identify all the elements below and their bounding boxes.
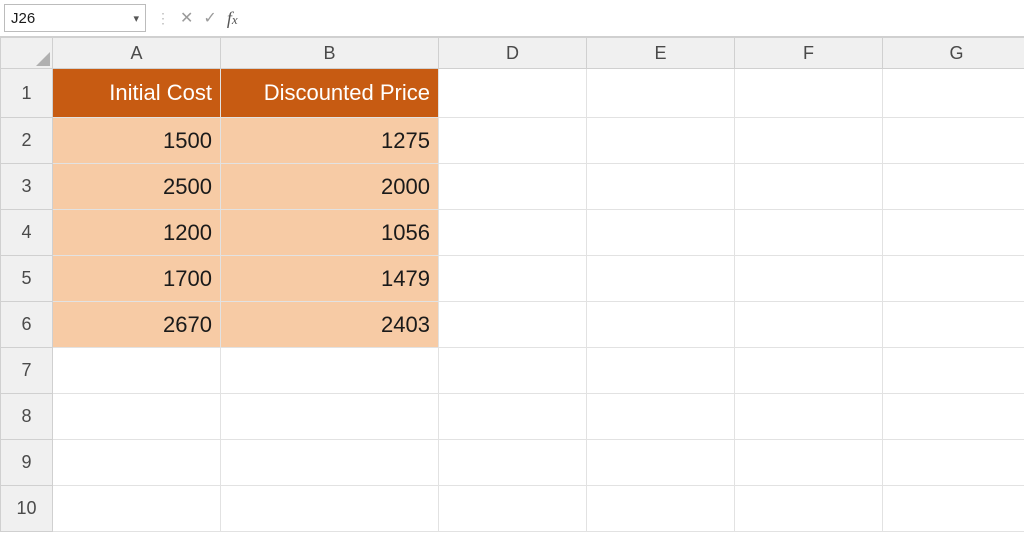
row-header-5[interactable]: 5 — [1, 256, 53, 302]
row-header-10[interactable]: 10 — [1, 486, 53, 532]
cell-B9[interactable] — [221, 440, 439, 486]
cell-D2[interactable] — [439, 118, 587, 164]
cell-F7[interactable] — [735, 348, 883, 394]
cell-B8[interactable] — [221, 394, 439, 440]
cell-D1[interactable] — [439, 69, 587, 118]
formula-bar-row: J26 ▾ ⋮ ✕ ✓ fx — [0, 0, 1024, 37]
cell-E6[interactable] — [587, 302, 735, 348]
col-header-A[interactable]: A — [53, 38, 221, 69]
cell-F3[interactable] — [735, 164, 883, 210]
cell-E1[interactable] — [587, 69, 735, 118]
cell-E8[interactable] — [587, 394, 735, 440]
cell-E7[interactable] — [587, 348, 735, 394]
row-header-1[interactable]: 1 — [1, 69, 53, 118]
row-4: 4 1200 1056 — [1, 210, 1024, 256]
cell-F5[interactable] — [735, 256, 883, 302]
cell-B3[interactable]: 2000 — [221, 164, 439, 210]
row-3: 3 2500 2000 — [1, 164, 1024, 210]
cell-A5[interactable]: 1700 — [53, 256, 221, 302]
cell-G9[interactable] — [883, 440, 1024, 486]
col-header-D[interactable]: D — [439, 38, 587, 69]
select-all-corner[interactable] — [1, 38, 53, 69]
cell-E3[interactable] — [587, 164, 735, 210]
cell-G3[interactable] — [883, 164, 1024, 210]
cell-F10[interactable] — [735, 486, 883, 532]
cell-D10[interactable] — [439, 486, 587, 532]
cell-D8[interactable] — [439, 394, 587, 440]
cell-G5[interactable] — [883, 256, 1024, 302]
row-header-7[interactable]: 7 — [1, 348, 53, 394]
cell-F9[interactable] — [735, 440, 883, 486]
cell-A4[interactable]: 1200 — [53, 210, 221, 256]
cell-E2[interactable] — [587, 118, 735, 164]
row-header-9[interactable]: 9 — [1, 440, 53, 486]
cell-G7[interactable] — [883, 348, 1024, 394]
cell-G10[interactable] — [883, 486, 1024, 532]
row-header-8[interactable]: 8 — [1, 394, 53, 440]
row-9: 9 — [1, 440, 1024, 486]
row-5: 5 1700 1479 — [1, 256, 1024, 302]
col-header-F[interactable]: F — [735, 38, 883, 69]
name-box-value: J26 — [11, 10, 35, 27]
cell-D9[interactable] — [439, 440, 587, 486]
cell-F8[interactable] — [735, 394, 883, 440]
cell-B1[interactable]: Discounted Price — [221, 69, 439, 118]
row-6: 6 2670 2403 — [1, 302, 1024, 348]
cell-A6[interactable]: 2670 — [53, 302, 221, 348]
cell-F2[interactable] — [735, 118, 883, 164]
cell-G2[interactable] — [883, 118, 1024, 164]
name-box[interactable]: J26 ▾ — [4, 4, 146, 32]
cell-G8[interactable] — [883, 394, 1024, 440]
row-header-3[interactable]: 3 — [1, 164, 53, 210]
formula-bar-icons: ✕ ✓ fx — [180, 8, 238, 29]
separator: ⋮ — [156, 10, 170, 27]
cell-A10[interactable] — [53, 486, 221, 532]
chevron-down-icon[interactable]: ▾ — [133, 12, 139, 25]
cell-D7[interactable] — [439, 348, 587, 394]
row-header-6[interactable]: 6 — [1, 302, 53, 348]
row-header-2[interactable]: 2 — [1, 118, 53, 164]
cell-A9[interactable] — [53, 440, 221, 486]
cell-F1[interactable] — [735, 69, 883, 118]
cell-A2[interactable]: 1500 — [53, 118, 221, 164]
accept-icon[interactable]: ✓ — [203, 8, 216, 28]
row-1: 1 Initial Cost Discounted Price — [1, 69, 1024, 118]
cell-D4[interactable] — [439, 210, 587, 256]
cell-F4[interactable] — [735, 210, 883, 256]
cell-B6[interactable]: 2403 — [221, 302, 439, 348]
col-header-B[interactable]: B — [221, 38, 439, 69]
spreadsheet-grid: A B D E F G 1 Initial Cost Discounted Pr… — [0, 37, 1024, 532]
cell-B10[interactable] — [221, 486, 439, 532]
row-header-4[interactable]: 4 — [1, 210, 53, 256]
row-7: 7 — [1, 348, 1024, 394]
cell-B7[interactable] — [221, 348, 439, 394]
cell-G6[interactable] — [883, 302, 1024, 348]
col-header-E[interactable]: E — [587, 38, 735, 69]
cell-G1[interactable] — [883, 69, 1024, 118]
cell-E10[interactable] — [587, 486, 735, 532]
cell-F6[interactable] — [735, 302, 883, 348]
cell-A7[interactable] — [53, 348, 221, 394]
col-header-G[interactable]: G — [883, 38, 1024, 69]
cell-E9[interactable] — [587, 440, 735, 486]
fx-icon[interactable]: fx — [227, 8, 238, 29]
cell-B5[interactable]: 1479 — [221, 256, 439, 302]
column-header-row: A B D E F G — [1, 38, 1024, 69]
cell-A3[interactable]: 2500 — [53, 164, 221, 210]
cell-B4[interactable]: 1056 — [221, 210, 439, 256]
cell-D6[interactable] — [439, 302, 587, 348]
cell-E5[interactable] — [587, 256, 735, 302]
cell-G4[interactable] — [883, 210, 1024, 256]
cell-A1[interactable]: Initial Cost — [53, 69, 221, 118]
cell-D5[interactable] — [439, 256, 587, 302]
row-8: 8 — [1, 394, 1024, 440]
cell-D3[interactable] — [439, 164, 587, 210]
row-10: 10 — [1, 486, 1024, 532]
row-2: 2 1500 1275 — [1, 118, 1024, 164]
cancel-icon[interactable]: ✕ — [180, 8, 193, 28]
cell-A8[interactable] — [53, 394, 221, 440]
cell-B2[interactable]: 1275 — [221, 118, 439, 164]
formula-input[interactable] — [248, 5, 1020, 31]
cell-E4[interactable] — [587, 210, 735, 256]
